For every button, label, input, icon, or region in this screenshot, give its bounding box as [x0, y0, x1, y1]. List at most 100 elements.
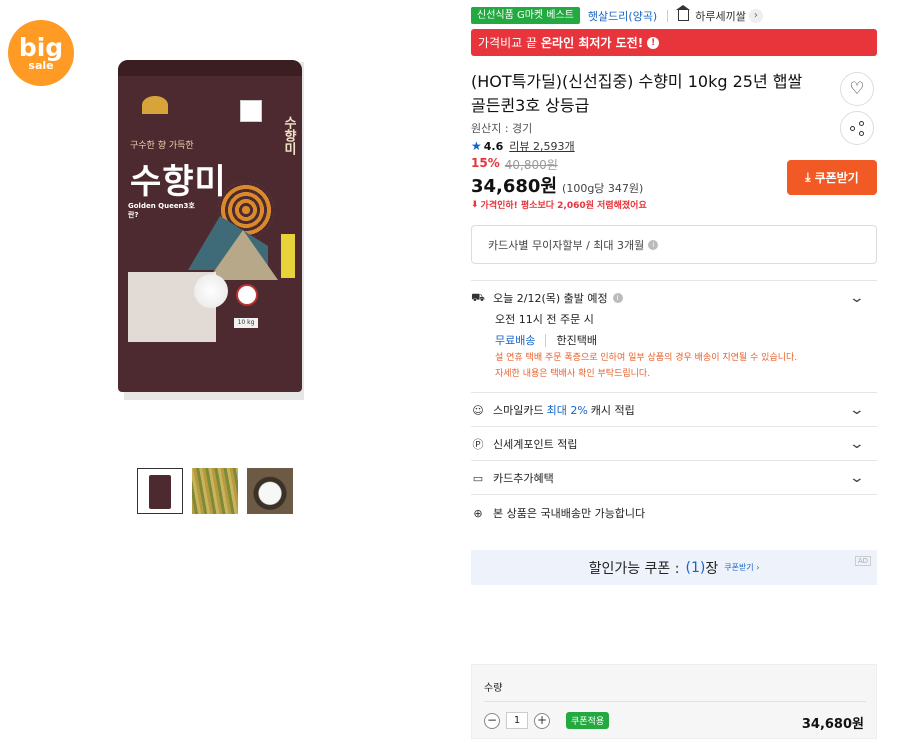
shipping-cutoff: 오전 11시 전 주문 시 [495, 313, 594, 326]
bag-yellow-tag [281, 234, 295, 278]
globe-icon: ⊕ [473, 506, 483, 520]
shop-home-icon [676, 5, 691, 21]
shop-link[interactable]: 하루세끼쌀 › [676, 5, 763, 24]
card-icon: ▭ [472, 471, 484, 485]
info-icon[interactable]: i [612, 293, 623, 303]
rating-row: ★ 4.6 리뷰 2,593개 [471, 138, 575, 154]
origin-text: 원산지 : 경기 [471, 122, 533, 135]
quantity-label: 수량 [484, 683, 503, 694]
quantity-box: 수량 − 1 + 쿠폰적용 34,680원 [471, 664, 877, 739]
bag-logo [142, 96, 168, 114]
shipping-row[interactable]: ⛟ 오늘 2/12(목) 출발 예정 i ⌄ [471, 290, 877, 306]
ad-badge: AD [854, 556, 871, 566]
info-icon[interactable]: i [648, 239, 659, 250]
bag-brand-text: 수향미 [130, 162, 227, 202]
rice-bag: 구수한 향 가득한 수향미 Golden Queen3호란? 10 kg 수향미 [118, 60, 302, 392]
bag-slogan: 구수한 향 가득한 [130, 141, 194, 151]
bag-seal [236, 284, 258, 306]
tag-row: 신선식품 G마켓 베스트 햇살드리(양곡) 하루세끼쌀 › [471, 5, 763, 24]
notice-line-1: 설 연휴 택배 주문 폭증으로 인하여 일부 상품의 경우 배송이 지연될 수 … [495, 353, 798, 363]
shop-name: 하루세끼쌀 [695, 9, 746, 23]
star-icon: ★ [471, 139, 482, 153]
chevron-right-icon: › [748, 8, 763, 23]
courier-name: 한진택배 [545, 334, 597, 347]
domestic-text: 본 상품은 국내배송만 가능합니다 [493, 507, 646, 520]
price-drop-text: 가격인하! 평소보다 2,060원 저렴해졌어요 [480, 201, 647, 211]
coupon-suffix: 장 [705, 560, 719, 577]
product-main-image[interactable]: 구수한 향 가득한 수향미 Golden Queen3호란? 10 kg 수향미 [118, 52, 308, 402]
review-link[interactable]: 리뷰 2,593개 [509, 138, 574, 154]
divider [471, 426, 877, 427]
free-shipping: 무료배송 [495, 334, 536, 347]
current-price: 34,680원 [471, 176, 558, 197]
coupon-applied-badge: 쿠폰적용 [566, 712, 610, 729]
divider [484, 701, 866, 702]
truck-icon: ⛟ [471, 290, 485, 304]
download-icon: ⤓ [805, 170, 811, 184]
info-icon[interactable]: ! [647, 36, 660, 49]
bag-top-seal [118, 60, 302, 76]
banner-prefix: 가격비교 끝 [478, 36, 538, 50]
heart-icon: ♡ [849, 78, 865, 99]
category-badge[interactable]: 신선식품 G마켓 베스트 [471, 7, 580, 24]
quantity-input[interactable]: 1 [506, 712, 528, 729]
share-icon [850, 121, 864, 136]
discount-row: 15% 40,800원 [471, 156, 558, 173]
card-installment-box[interactable]: 카드사별 무이자할부 / 최대 3개월 i [471, 225, 877, 264]
get-coupon-button[interactable]: ⤓ 쿠폰받기 [787, 160, 877, 195]
certification-mark [240, 100, 262, 122]
seller-link[interactable]: 햇살드리(양곡) [588, 8, 657, 24]
coupon-button-label: 쿠폰받기 [814, 171, 859, 185]
card-benefit-row[interactable]: ▭ 카드추가혜택 ⌄ [471, 470, 877, 486]
big-sale-text: big [18, 32, 64, 62]
shipping-notice: 설 연휴 택배 주문 폭증으로 인하여 일부 상품의 경우 배송이 지연될 수 … [495, 350, 797, 382]
thumbnail-2[interactable] [192, 468, 238, 514]
discount-percent: 15% [471, 156, 500, 170]
price-row: 34,680원 (100g당 347원) [471, 172, 643, 198]
price-drop-note: ⬇ 가격인하! 평소보다 2,060원 저렴해졌어요 [471, 198, 647, 212]
thumbnail-3[interactable] [247, 468, 293, 514]
smile-highlight: 최대 2% [546, 404, 588, 417]
coupon-bar-label: 할인가능 쿠폰 : [588, 560, 680, 577]
available-coupon-bar[interactable]: 할인가능 쿠폰 : (1) 장 쿠폰받기 › AD [471, 550, 877, 585]
sale-text: sale [28, 58, 54, 72]
smile-card-row[interactable]: ☺ 스마일카드 최대 2% 캐시 적립 ⌄ [471, 402, 877, 418]
product-title: (HOT특가딜)(신선집중) 수향미 10kg 25년 햅쌀 골든퀸3호 상등급 [471, 72, 803, 115]
card-benefit-text: 카드추가혜택 [493, 472, 554, 485]
divider [471, 280, 877, 281]
bag-weight: 10 kg [234, 318, 258, 328]
chevron-down-icon[interactable]: ⌄ [849, 290, 865, 306]
total-price: 34,680원 [801, 717, 864, 732]
lowest-price-banner[interactable]: 가격비교 끝 온라인 최저가 도전! ! [471, 29, 877, 56]
thumbnail-bag [149, 475, 171, 509]
shinsegae-point-row[interactable]: Ⓟ 신세계포인트 적립 ⌄ [471, 436, 877, 452]
notice-line-2: 자세한 내용은 택배사 확인 부탁드립니다. [495, 369, 651, 379]
coupon-get-link[interactable]: 쿠폰받기 › [724, 562, 759, 573]
divider [471, 494, 877, 495]
shipping-method: 무료배송 한진택배 [495, 332, 597, 348]
bag-rice-window [194, 274, 228, 308]
big-sale-badge: big sale [8, 20, 74, 86]
quantity-stepper: − 1 + 쿠폰적용 [484, 712, 610, 729]
smile-icon: ☺ [472, 403, 484, 417]
decrease-button[interactable]: − [484, 712, 500, 729]
banner-bold: 온라인 최저가 도전! [541, 36, 644, 50]
bag-description: Golden Queen3호란? [128, 202, 195, 219]
domestic-shipping-row: ⊕ 본 상품은 국내배송만 가능합니다 [471, 505, 877, 521]
coupon-count: (1) [685, 559, 706, 576]
rating-score: 4.6 [483, 139, 504, 153]
smile-prefix: 스마일카드 [493, 404, 544, 417]
shipping-title: 오늘 2/12(목) 출발 예정 [493, 292, 608, 305]
wishlist-button[interactable]: ♡ [840, 72, 874, 106]
divider [667, 9, 669, 22]
share-button[interactable] [840, 111, 874, 145]
card-installment-text: 카드사별 무이자할부 / 최대 3개월 [488, 238, 645, 252]
shinsegae-text: 신세계포인트 적립 [493, 438, 578, 451]
smile-suffix: 캐시 적립 [590, 404, 635, 417]
price-drop-icon: ⬇ [471, 199, 479, 210]
chevron-down-icon[interactable]: ⌄ [849, 470, 865, 486]
chevron-down-icon[interactable]: ⌄ [849, 436, 865, 452]
thumbnail-1[interactable] [137, 468, 183, 514]
increase-button[interactable]: + [534, 712, 550, 729]
chevron-down-icon[interactable]: ⌄ [849, 402, 865, 418]
